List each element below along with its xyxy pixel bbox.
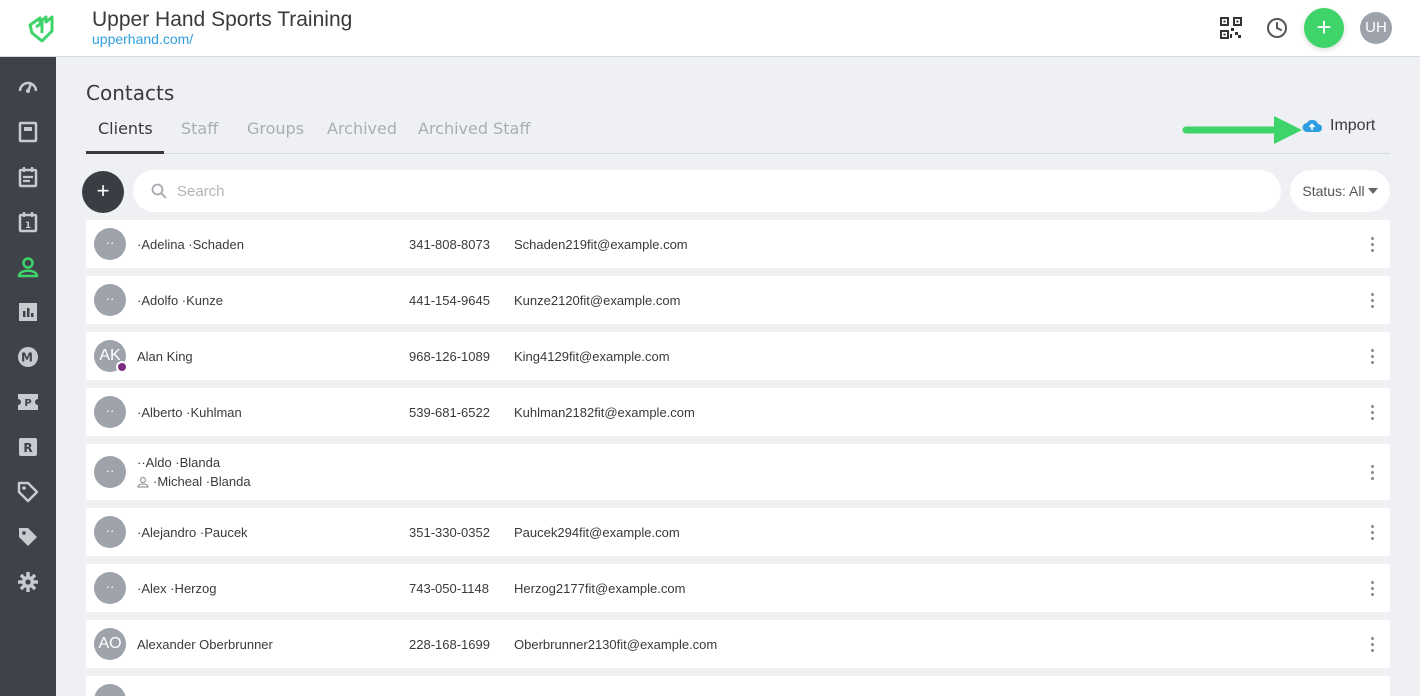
client-email: Oberbrunner2130fit@example.com (514, 637, 718, 652)
managed-profile-name: ·Micheal ·Blanda (153, 474, 251, 489)
top-bar: Upper Hand Sports Training upperhand.com… (0, 0, 1420, 57)
client-row[interactable]: AO Alexander Oberbrunner 228-168-1699 Ob… (86, 620, 1390, 668)
memberships-icon[interactable]: M (14, 343, 42, 371)
client-email: Herzog2177fit@example.com (514, 581, 686, 596)
client-name[interactable]: Alan King (137, 349, 193, 364)
row-menu-icon[interactable] (1362, 234, 1382, 254)
client-row-partial (86, 676, 1390, 696)
status-filter-dropdown[interactable]: Status: All (1290, 170, 1390, 212)
row-menu-icon[interactable] (1362, 462, 1382, 482)
main-content: Contacts Clients Staff Groups Archived A… (56, 57, 1420, 696)
page-title: Contacts (86, 81, 175, 105)
search-icon (151, 183, 167, 199)
quick-add-button[interactable]: + (1304, 8, 1344, 48)
upper-hand-logo-icon[interactable] (26, 13, 56, 45)
client-phone: 441-154-9645 (409, 293, 490, 308)
reports-icon[interactable] (14, 298, 42, 326)
row-menu-icon[interactable] (1362, 290, 1382, 310)
client-row[interactable]: ·· ·Adelina ·Schaden 341-808-8073 Schade… (86, 220, 1390, 268)
row-menu-icon[interactable] (1362, 578, 1382, 598)
client-row[interactable]: ·· ·Alberto ·Kuhlman 539-681-6522 Kuhlma… (86, 388, 1390, 436)
calendar-day-icon[interactable]: 1 (14, 208, 42, 236)
user-avatar[interactable]: UH (1360, 12, 1392, 44)
contacts-icon[interactable] (14, 253, 42, 281)
tab-groups[interactable]: Groups (247, 119, 304, 138)
managed-profile-icon (137, 476, 149, 488)
calendar-icon[interactable] (14, 163, 42, 191)
import-button[interactable]: Import (1302, 117, 1375, 135)
tab-staff[interactable]: Staff (181, 119, 218, 138)
cloud-upload-icon (1302, 119, 1322, 132)
client-email: Paucek294fit@example.com (514, 525, 680, 540)
client-row[interactable]: ·· ·Alex ·Herzog 743-050-1148 Herzog2177… (86, 564, 1390, 612)
row-menu-icon[interactable] (1362, 402, 1382, 422)
client-name[interactable]: ·Adelina ·Schaden (137, 237, 244, 252)
client-phone: 968-126-1089 (409, 349, 490, 364)
tab-archived[interactable]: Archived (327, 119, 397, 138)
search-bar[interactable] (133, 170, 1281, 212)
managed-profile[interactable]: ·Micheal ·Blanda (137, 474, 251, 489)
client-row[interactable]: AK Alan King 968-126-1089 King4129fit@ex… (86, 332, 1390, 380)
avatar: ·· (94, 516, 126, 548)
svg-text:1: 1 (25, 221, 31, 231)
client-row[interactable]: ·· ··Aldo ·Blanda ·Micheal ·Blanda (86, 444, 1390, 500)
tag-icon[interactable] (14, 478, 42, 506)
client-email: Kuhlman2182fit@example.com (514, 405, 695, 420)
settings-gear-icon[interactable] (14, 568, 42, 596)
avatar: AO (94, 628, 126, 660)
client-email: Schaden219fit@example.com (514, 237, 688, 252)
client-phone: 228-168-1699 (409, 637, 490, 652)
qr-code-icon[interactable] (1217, 14, 1245, 42)
business-name: Upper Hand Sports Training (92, 8, 353, 31)
svg-text:M: M (21, 351, 33, 365)
client-email: Kunze2120fit@example.com (514, 293, 681, 308)
client-email: King4129fit@example.com (514, 349, 670, 364)
row-menu-icon[interactable] (1362, 346, 1382, 366)
sidebar-nav: 1 M P R (0, 57, 56, 696)
client-name[interactable]: ·Alejandro ·Paucek (137, 525, 248, 540)
client-phone: 341-808-8073 (409, 237, 490, 252)
client-row[interactable]: ·· ·Adolfo ·Kunze 441-154-9645 Kunze2120… (86, 276, 1390, 324)
search-input[interactable] (177, 170, 1257, 212)
caret-down-icon (1367, 188, 1378, 194)
status-dot (116, 361, 128, 373)
passes-icon[interactable]: P (14, 388, 42, 416)
avatar: ·· (94, 396, 126, 428)
avatar: ·· (94, 572, 126, 604)
green-arrow-annotation-icon (1182, 116, 1302, 144)
resources-icon[interactable]: R (14, 433, 42, 461)
client-name[interactable]: ·Adolfo ·Kunze (137, 293, 223, 308)
avatar: ·· (94, 228, 126, 260)
active-tab-underline (86, 151, 164, 154)
client-phone: 743-050-1148 (409, 581, 489, 596)
client-name[interactable]: ·Alberto ·Kuhlman (137, 405, 242, 420)
tab-archived-staff[interactable]: Archived Staff (418, 119, 530, 138)
row-menu-icon[interactable] (1362, 522, 1382, 542)
book-icon[interactable] (14, 118, 42, 146)
row-menu-icon[interactable] (1362, 634, 1382, 654)
svg-text:P: P (24, 398, 31, 409)
avatar: ·· (94, 456, 126, 488)
dashboard-icon[interactable] (14, 73, 42, 101)
status-filter-label: Status: All (1302, 183, 1365, 199)
business-url-link[interactable]: upperhand.com/ (92, 31, 193, 47)
client-name[interactable]: ··Aldo ·Blanda (137, 455, 220, 470)
client-row[interactable]: ·· ·Alejandro ·Paucek 351-330-0352 Pauce… (86, 508, 1390, 556)
client-phone: 539-681-6522 (409, 405, 490, 420)
svg-text:R: R (23, 441, 32, 455)
add-client-button[interactable]: + (82, 171, 124, 213)
import-label: Import (1330, 117, 1376, 134)
tab-clients[interactable]: Clients (98, 119, 153, 138)
tags-icon[interactable] (14, 523, 42, 551)
avatar: ·· (94, 284, 126, 316)
avatar (94, 684, 126, 696)
client-name[interactable]: Alexander Oberbrunner (137, 637, 273, 652)
history-clock-icon[interactable] (1263, 14, 1291, 42)
client-name[interactable]: ·Alex ·Herzog (137, 581, 216, 596)
client-phone: 351-330-0352 (409, 525, 490, 540)
